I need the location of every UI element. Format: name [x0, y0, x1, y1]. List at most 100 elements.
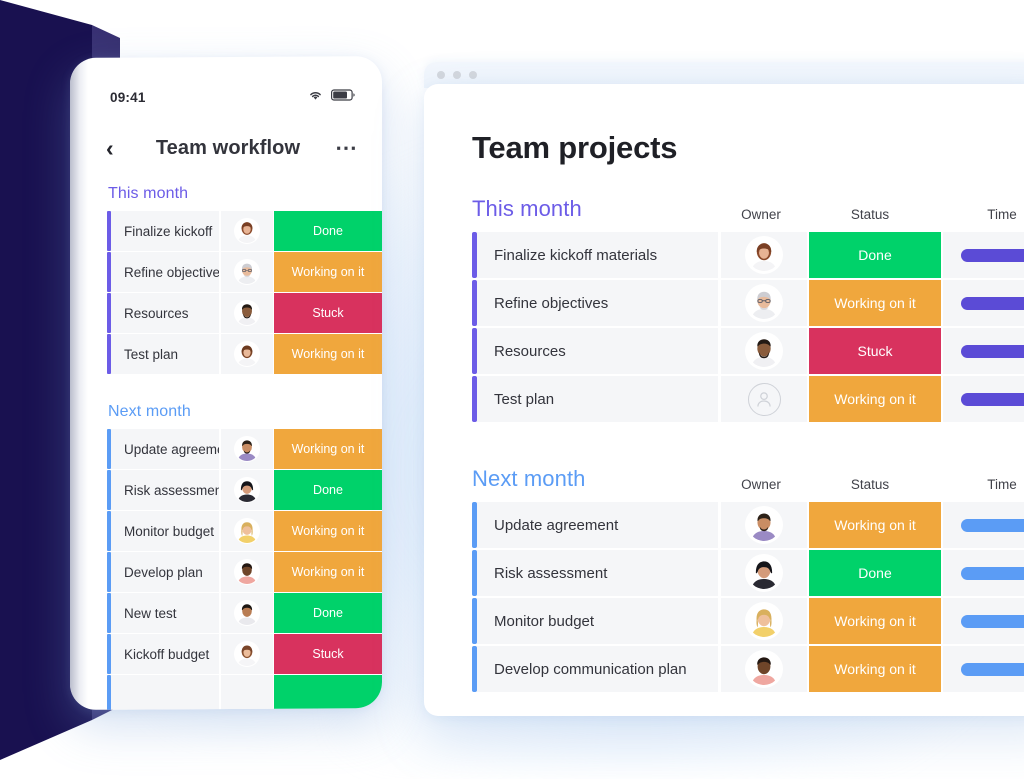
status-badge[interactable]: Stuck	[274, 634, 382, 674]
timeline-cell[interactable]	[943, 646, 1024, 692]
board-title: Team projects	[472, 130, 678, 165]
phone-task-row[interactable]: Kickoff budget Stuck	[107, 634, 382, 674]
owner-cell[interactable]	[219, 593, 273, 633]
phone-task-row[interactable]: Risk assessment Done	[107, 470, 382, 510]
column-header-status: Status	[850, 477, 890, 492]
table-row[interactable]: Monitor budget Working on it	[472, 598, 1024, 644]
timeline-bar	[961, 662, 1024, 676]
table-row[interactable]: Finalize kickoff materials Done	[472, 232, 1024, 278]
status-badge[interactable]: Working on it	[274, 334, 382, 374]
column-header-status: Status	[850, 207, 890, 222]
phone-task-row[interactable]: Test plan Working on it	[107, 334, 382, 374]
chevron-left-icon[interactable]: ‹	[106, 135, 132, 161]
status-badge[interactable]: Working on it	[274, 511, 382, 551]
column-header-timeline: Time	[987, 477, 1017, 492]
phone-task-row-partial[interactable]	[107, 675, 382, 710]
owner-cell[interactable]	[219, 334, 273, 374]
task-name: Resources	[111, 293, 219, 333]
window-close-dot-icon[interactable]	[437, 71, 445, 79]
table-row[interactable]: Test plan Working on it	[472, 376, 1024, 422]
status-badge[interactable]: Working on it	[809, 376, 941, 422]
phone-task-row[interactable]: Monitor budget Working on it	[107, 511, 382, 551]
board-rows-next-month: Update agreement Working on it Risk asse…	[424, 502, 1024, 692]
status-badge[interactable]: Working on it	[274, 252, 382, 292]
status-badge[interactable]: Working on it	[809, 280, 941, 326]
battery-icon	[331, 88, 356, 106]
timeline-bar	[961, 248, 1024, 262]
desktop-board-window: Team projects This month Owner Status Ti…	[424, 84, 1024, 716]
phone-task-row[interactable]: New test Done	[107, 593, 382, 633]
status-badge[interactable]: Stuck	[809, 328, 941, 374]
phone-section-title-next-month: Next month	[108, 403, 191, 420]
more-options-icon[interactable]: ⋯	[324, 135, 358, 160]
owner-cell[interactable]	[718, 376, 807, 422]
column-header-owner: Owner	[741, 207, 781, 222]
owner-cell[interactable]	[219, 552, 273, 592]
status-badge[interactable]: Working on it	[809, 502, 941, 548]
owner-cell[interactable]	[219, 252, 273, 292]
phone-task-row[interactable]: Develop plan Working on it	[107, 552, 382, 592]
table-row[interactable]: Develop communication plan Working on it	[472, 646, 1024, 692]
avatar	[747, 652, 781, 686]
table-row[interactable]: Refine objectives Working on it	[472, 280, 1024, 326]
owner-cell[interactable]	[219, 211, 273, 251]
task-name: Risk assessment	[111, 470, 219, 510]
phone-nav-bar: ‹ Team workflow ⋯	[70, 121, 382, 175]
wifi-icon	[308, 88, 323, 106]
status-badge[interactable]: Done	[274, 470, 382, 510]
task-name: Finalize kickoff materials	[477, 232, 718, 278]
window-maximize-dot-icon[interactable]	[469, 71, 477, 79]
owner-cell[interactable]	[718, 598, 807, 644]
status-badge[interactable]: Done	[274, 211, 382, 251]
empty-person-placeholder-icon	[747, 382, 781, 416]
table-row[interactable]: Update agreement Working on it	[472, 502, 1024, 548]
board-section-header-next-month: Next month Owner Status Time	[424, 424, 1024, 502]
board-section-header-this-month: This month Owner Status Time	[424, 166, 1024, 232]
status-badge[interactable]: Done	[809, 232, 941, 278]
owner-cell[interactable]	[219, 511, 273, 551]
status-badge[interactable]: Done	[809, 550, 941, 596]
owner-cell[interactable]	[219, 429, 273, 469]
status-badge[interactable]: Working on it	[274, 552, 382, 592]
phone-task-row[interactable]: Refine objectives Working on it	[107, 252, 382, 292]
task-name: Refine objectives	[111, 252, 219, 292]
avatar	[234, 641, 260, 667]
timeline-cell[interactable]	[943, 232, 1024, 278]
status-badge[interactable]: Working on it	[809, 646, 941, 692]
timeline-cell[interactable]	[943, 550, 1024, 596]
status-badge[interactable]: Working on it	[274, 429, 382, 469]
owner-cell[interactable]	[718, 328, 807, 374]
owner-cell[interactable]	[718, 550, 807, 596]
phone-page-title: Team workflow	[155, 136, 301, 159]
window-minimize-dot-icon[interactable]	[453, 71, 461, 79]
avatar	[234, 218, 260, 244]
avatar	[234, 600, 260, 626]
phone-task-row[interactable]: Update agreement Working on it	[107, 429, 382, 469]
timeline-cell[interactable]	[943, 502, 1024, 548]
owner-cell[interactable]	[718, 646, 807, 692]
owner-cell[interactable]	[219, 634, 273, 674]
timeline-bar	[961, 614, 1024, 628]
timeline-cell[interactable]	[943, 328, 1024, 374]
avatar	[234, 477, 260, 503]
task-name: Finalize kickoff	[111, 211, 219, 251]
owner-cell[interactable]	[718, 502, 807, 548]
owner-cell[interactable]	[219, 675, 273, 710]
phone-task-row[interactable]: Finalize kickoff Done	[107, 211, 382, 251]
status-badge[interactable]: Done	[274, 593, 382, 633]
owner-cell[interactable]	[718, 232, 807, 278]
owner-cell[interactable]	[219, 293, 273, 333]
timeline-bar	[961, 344, 1024, 358]
timeline-cell[interactable]	[943, 598, 1024, 644]
timeline-cell[interactable]	[943, 280, 1024, 326]
phone-task-row[interactable]: Resources Stuck	[107, 293, 382, 333]
owner-cell[interactable]	[219, 470, 273, 510]
status-badge[interactable]: Stuck	[274, 293, 382, 333]
table-row[interactable]: Resources Stuck	[472, 328, 1024, 374]
timeline-cell[interactable]	[943, 376, 1024, 422]
table-row[interactable]: Risk assessment Done	[472, 550, 1024, 596]
task-name: Update agreement	[111, 429, 219, 469]
owner-cell[interactable]	[718, 280, 807, 326]
status-badge[interactable]: Working on it	[809, 598, 941, 644]
status-badge[interactable]	[274, 675, 382, 710]
